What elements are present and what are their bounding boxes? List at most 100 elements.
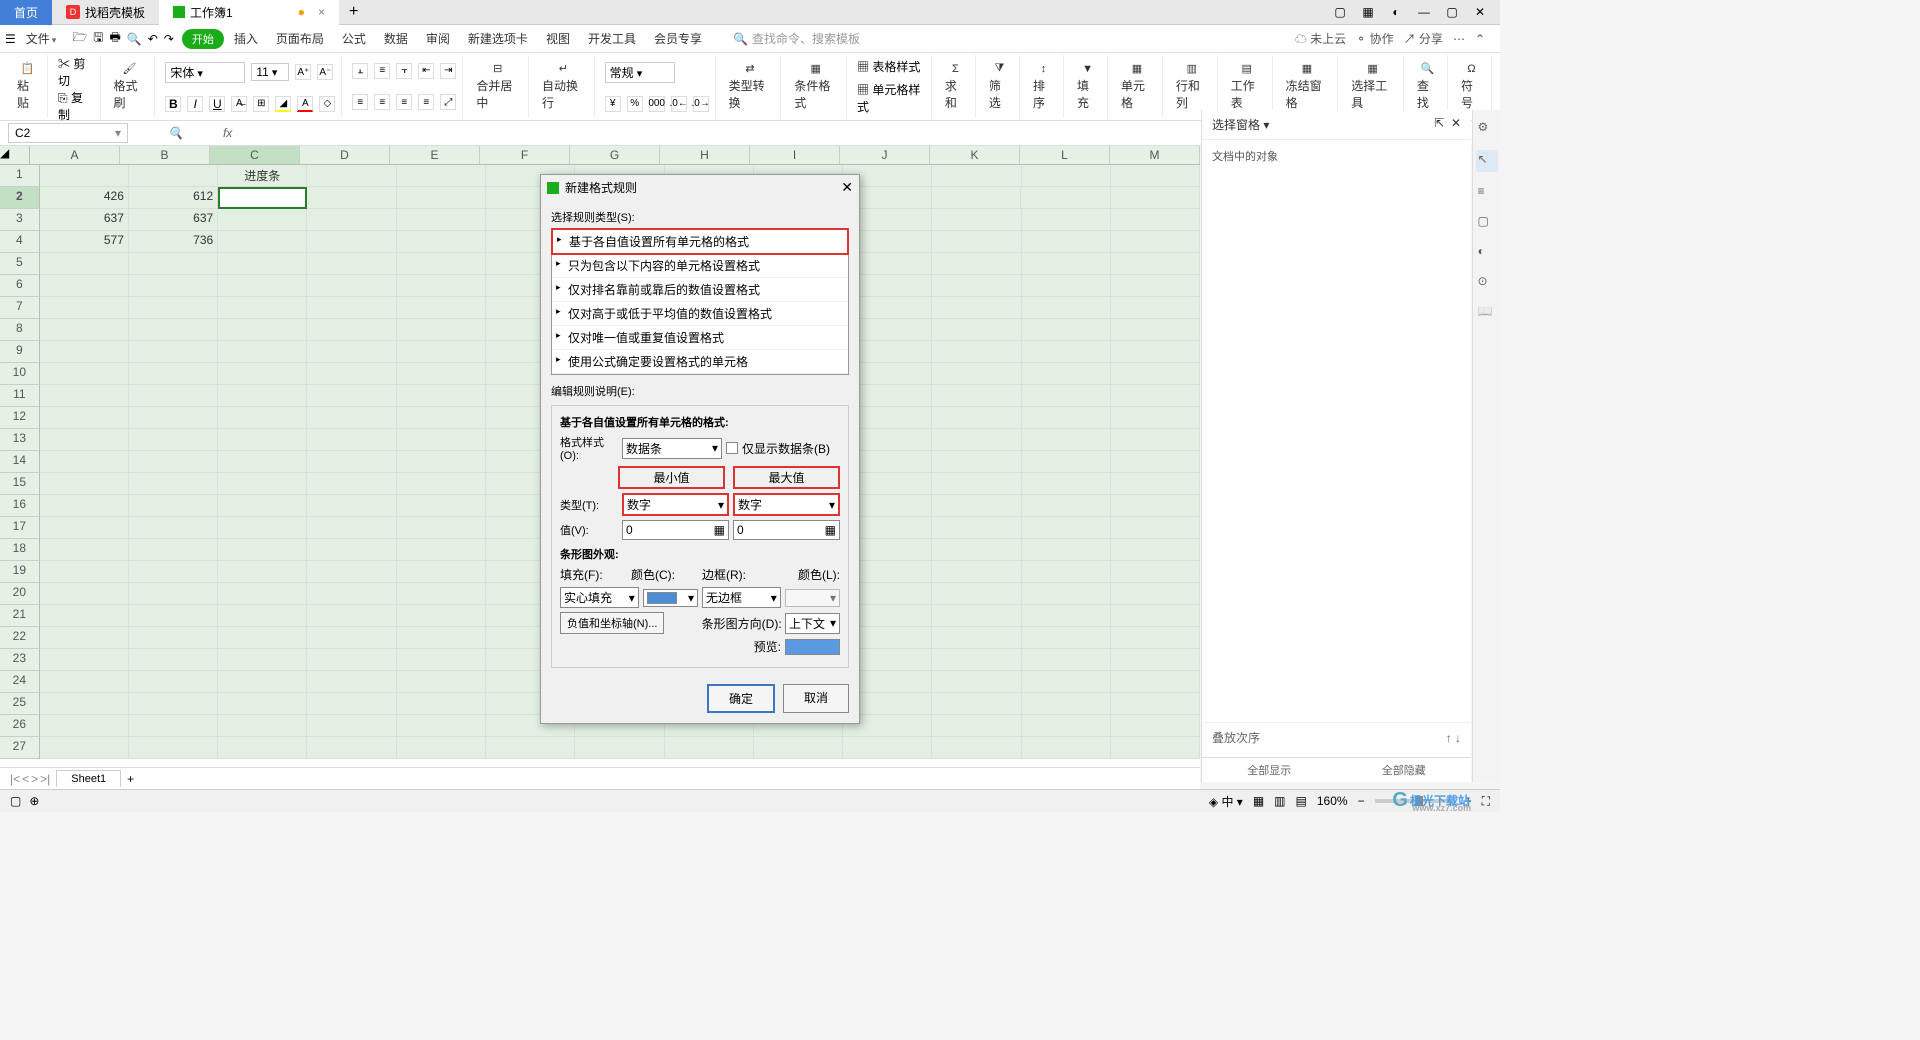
row-header[interactable]: 18	[0, 539, 40, 561]
cell-K13[interactable]	[932, 429, 1021, 451]
grid-icon[interactable]: ▦	[1358, 3, 1378, 21]
cell-C5[interactable]	[218, 253, 307, 275]
cell-K25[interactable]	[932, 693, 1021, 715]
cell-K8[interactable]	[932, 319, 1021, 341]
cell-E27[interactable]	[397, 737, 486, 759]
tab-workbook[interactable]: 工作簿1 ● ×	[159, 0, 339, 25]
cell-A4[interactable]: 577	[40, 231, 129, 253]
cell-D3[interactable]	[307, 209, 396, 231]
col-header-F[interactable]: F	[480, 146, 570, 164]
cell-A13[interactable]	[40, 429, 129, 451]
cell-E21[interactable]	[397, 605, 486, 627]
cell-M9[interactable]	[1111, 341, 1200, 363]
comma-icon[interactable]: 000	[649, 96, 665, 112]
cell-C26[interactable]	[218, 715, 307, 737]
tab-review[interactable]: 审阅	[418, 30, 458, 47]
cell-D19[interactable]	[307, 561, 396, 583]
cell-reference-input[interactable]: C2▾	[8, 123, 128, 143]
print-icon[interactable]: 🖶	[109, 28, 120, 49]
tab-member[interactable]: 会员专享	[646, 30, 710, 47]
cell-C11[interactable]	[218, 385, 307, 407]
cell-B24[interactable]	[129, 671, 218, 693]
ok-button[interactable]: 确定	[707, 684, 775, 713]
row-header[interactable]: 6	[0, 275, 40, 297]
cell-L24[interactable]	[1022, 671, 1111, 693]
ime-status[interactable]: ◈ 中 ▾	[1209, 793, 1243, 810]
cell-C14[interactable]	[218, 451, 307, 473]
cell-E26[interactable]	[397, 715, 486, 737]
cell-K2[interactable]	[932, 187, 1021, 209]
close-tab-icon[interactable]: ×	[318, 5, 325, 19]
cell-C15[interactable]	[218, 473, 307, 495]
color-select[interactable]: ▾	[643, 589, 698, 607]
redo-icon[interactable]: ↷	[164, 32, 174, 46]
hamburger-icon[interactable]: ☰	[5, 32, 16, 46]
cell-D13[interactable]	[307, 429, 396, 451]
strike-button[interactable]: A̶	[231, 96, 247, 112]
row-header[interactable]: 14	[0, 451, 40, 473]
max-value-input[interactable]: 0▦	[733, 520, 840, 540]
close-window-button[interactable]: ✕	[1470, 3, 1490, 21]
cell-L12[interactable]	[1022, 407, 1111, 429]
cell-B15[interactable]	[129, 473, 218, 495]
row-header[interactable]: 25	[0, 693, 40, 715]
cell-K14[interactable]	[932, 451, 1021, 473]
cell-K12[interactable]	[932, 407, 1021, 429]
cell-D17[interactable]	[307, 517, 396, 539]
align-left-icon[interactable]: ≡	[352, 94, 368, 110]
cell-A8[interactable]	[40, 319, 129, 341]
sheet-first-icon[interactable]: |<	[10, 772, 20, 786]
row-header[interactable]: 19	[0, 561, 40, 583]
cell-L22[interactable]	[1022, 627, 1111, 649]
cell-D20[interactable]	[307, 583, 396, 605]
font-color-button[interactable]: A	[297, 96, 313, 112]
cell-A2[interactable]: 426	[40, 187, 129, 209]
cell-A26[interactable]	[40, 715, 129, 737]
cell-K15[interactable]	[932, 473, 1021, 495]
cell-B11[interactable]	[129, 385, 218, 407]
cell-B3[interactable]: 637	[129, 209, 218, 231]
cell-C3[interactable]	[218, 209, 307, 231]
cell-L7[interactable]	[1022, 297, 1111, 319]
cell-M3[interactable]	[1111, 209, 1200, 231]
cell-M23[interactable]	[1111, 649, 1200, 671]
rule-type-item[interactable]: 仅对排名靠前或靠后的数值设置格式	[552, 278, 848, 302]
neg-axis-button[interactable]: 负值和坐标轴(N)...	[560, 612, 664, 634]
status-assist-icon[interactable]: ⊕	[29, 794, 39, 808]
direction-select[interactable]: 上下文▾	[785, 613, 840, 634]
cell-D25[interactable]	[307, 693, 396, 715]
cell-M22[interactable]	[1111, 627, 1200, 649]
cell-D7[interactable]	[307, 297, 396, 319]
cell-L19[interactable]	[1022, 561, 1111, 583]
fill-color-button[interactable]: ◢	[275, 96, 291, 112]
align-right-icon[interactable]: ≡	[396, 94, 412, 110]
cell-L15[interactable]	[1022, 473, 1111, 495]
fullscreen-icon[interactable]: ⛶	[1482, 794, 1490, 809]
cell-M11[interactable]	[1111, 385, 1200, 407]
col-header-C[interactable]: C	[210, 146, 300, 164]
cell-C22[interactable]	[218, 627, 307, 649]
cell-D10[interactable]	[307, 363, 396, 385]
cell-M17[interactable]	[1111, 517, 1200, 539]
cell-B21[interactable]	[129, 605, 218, 627]
cell-M14[interactable]	[1111, 451, 1200, 473]
view-page-icon[interactable]: ▥	[1274, 794, 1285, 808]
cell-B2[interactable]: 612	[129, 187, 218, 209]
cell-E4[interactable]	[397, 231, 486, 253]
cell-B18[interactable]	[129, 539, 218, 561]
cell-M6[interactable]	[1111, 275, 1200, 297]
cond-format-button[interactable]: ▦条件格式	[791, 62, 840, 111]
cell-A19[interactable]	[40, 561, 129, 583]
cell-B12[interactable]	[129, 407, 218, 429]
cell-L1[interactable]	[1022, 165, 1111, 187]
cells-button[interactable]: ▦单元格	[1118, 62, 1156, 111]
cell-L6[interactable]	[1022, 275, 1111, 297]
cell-K3[interactable]	[932, 209, 1021, 231]
cloud-status[interactable]: ☁ 未上云	[1295, 30, 1346, 47]
cell-D2[interactable]	[307, 187, 396, 209]
cell-B9[interactable]	[129, 341, 218, 363]
cell-D8[interactable]	[307, 319, 396, 341]
row-header[interactable]: 7	[0, 297, 40, 319]
cell-D11[interactable]	[307, 385, 396, 407]
decrease-font-icon[interactable]: A⁻	[317, 64, 333, 80]
